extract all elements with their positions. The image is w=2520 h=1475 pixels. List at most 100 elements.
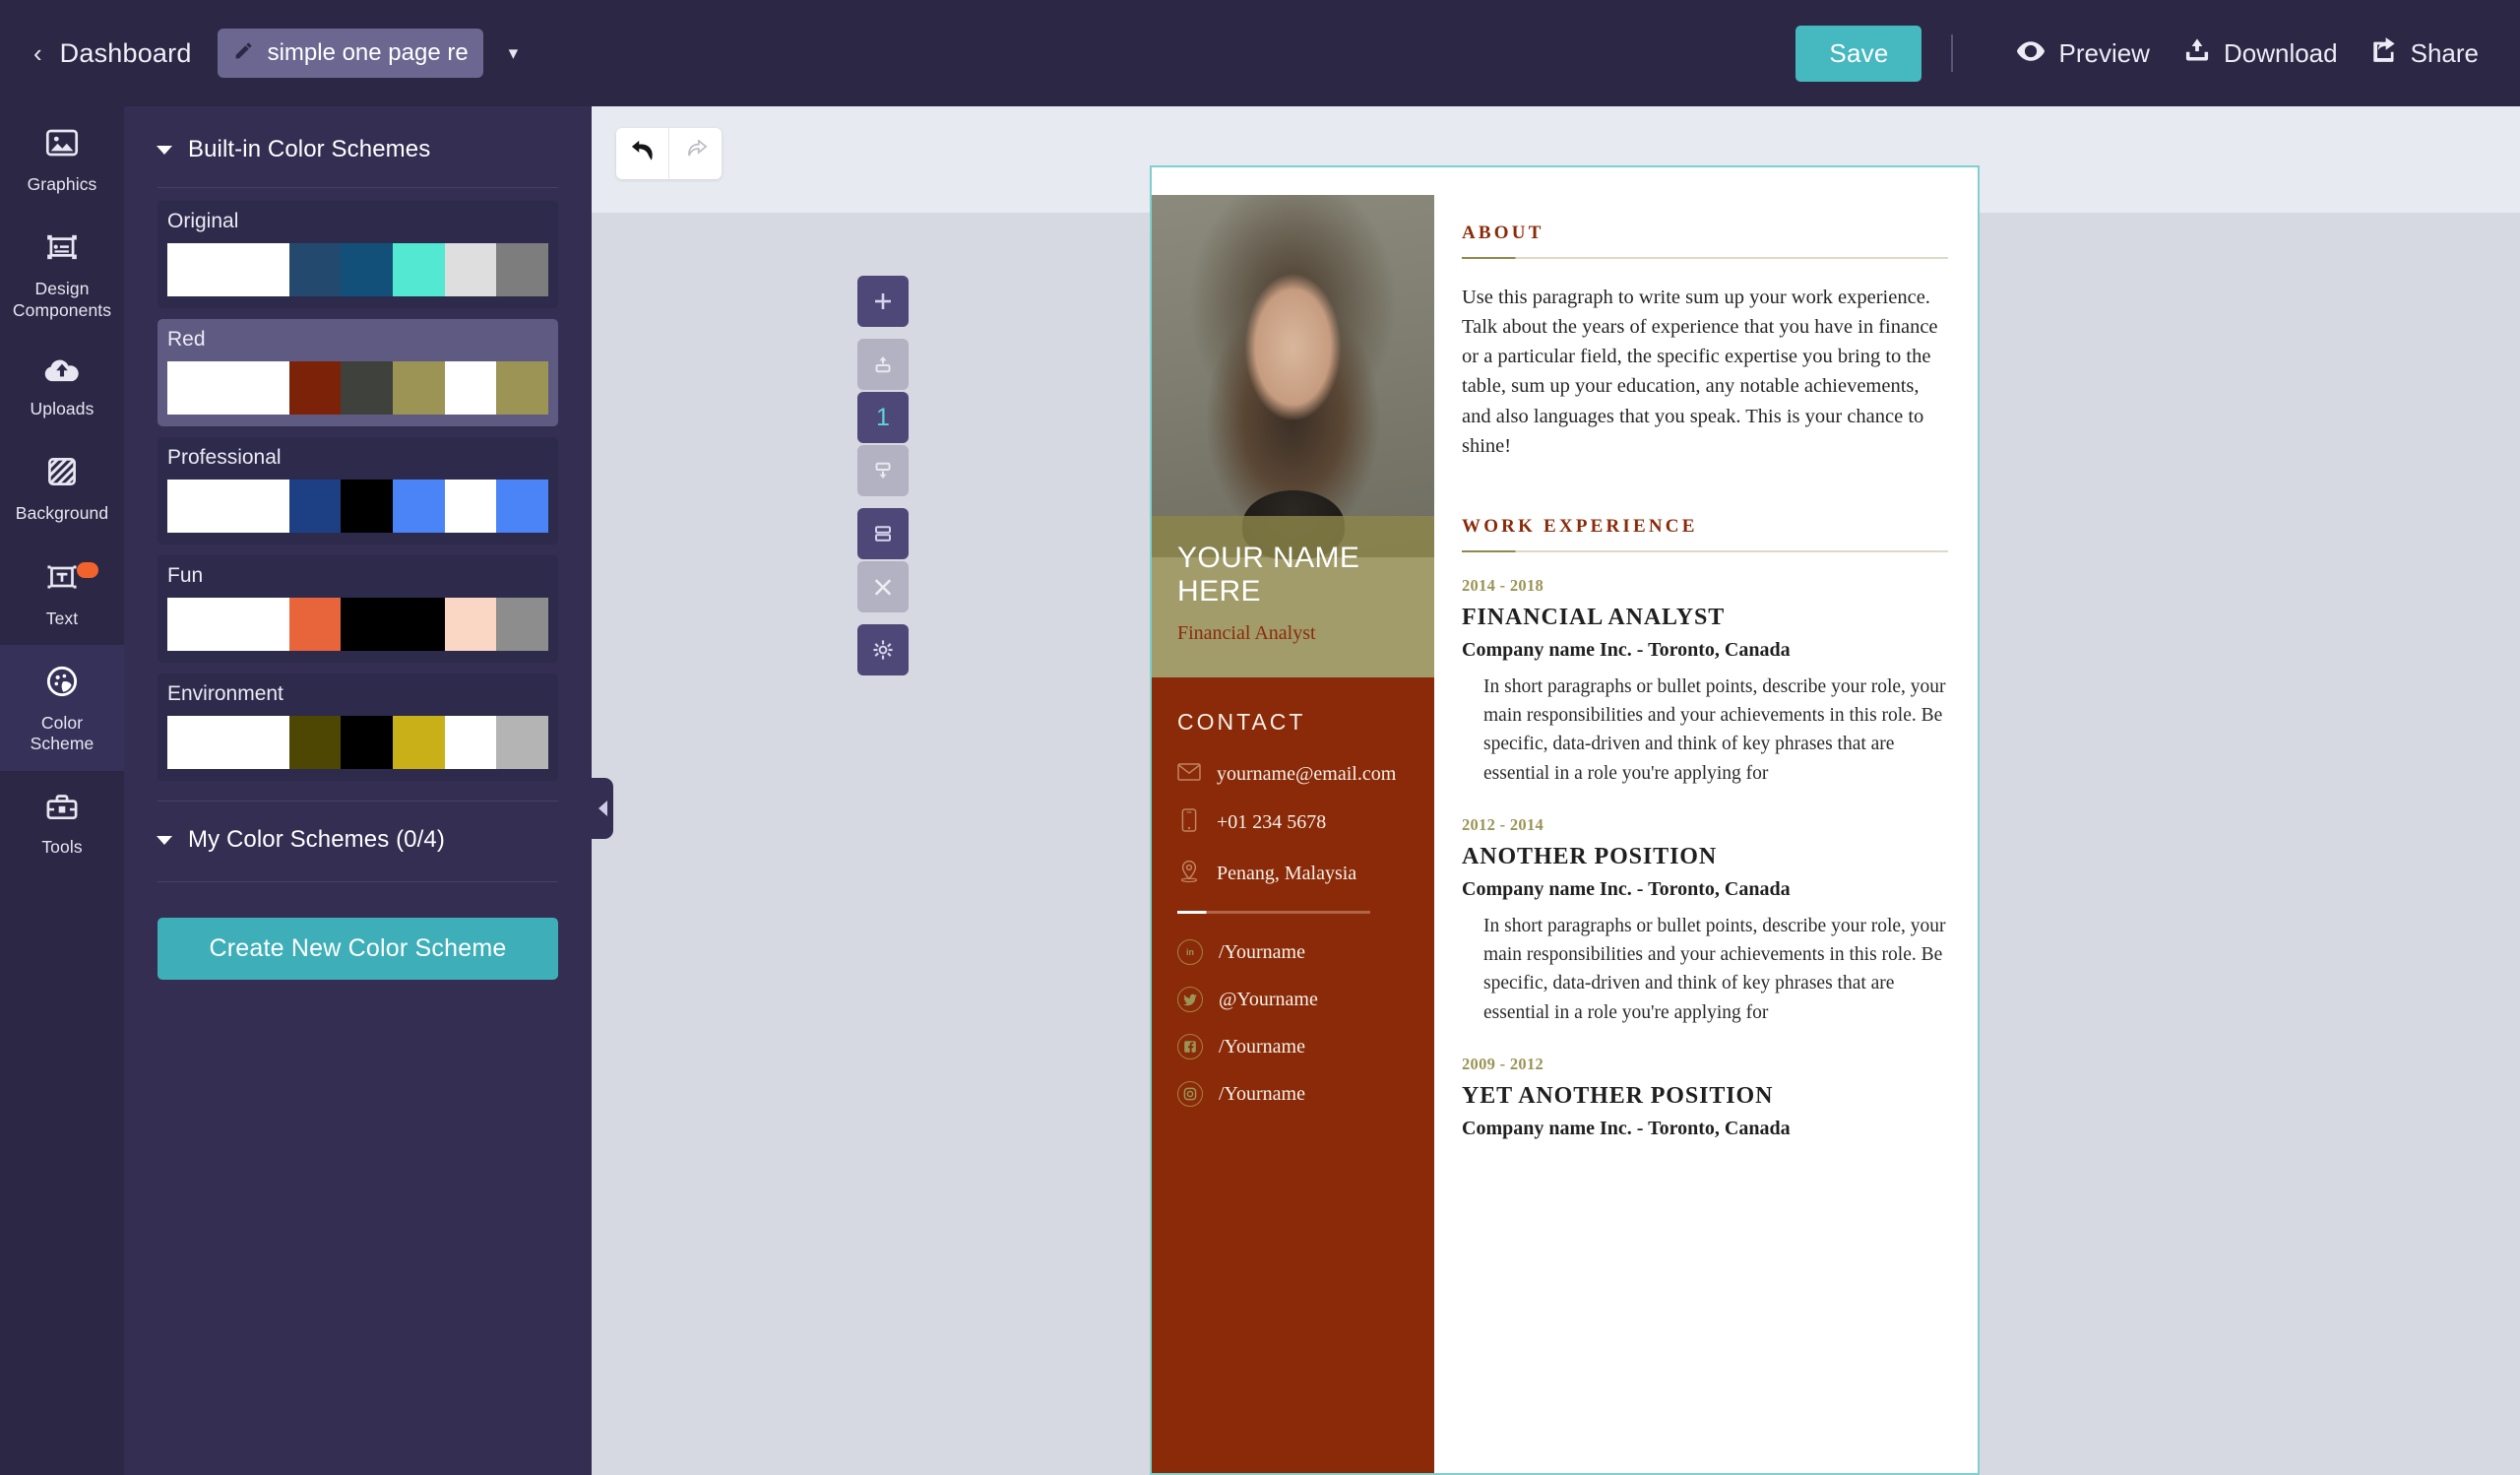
resume-canvas-page[interactable]: YOUR NAME HERE Financial Analyst CONTACT… [1150, 165, 1980, 1475]
sidebar-item-label: Color Scheme [30, 713, 94, 754]
swatch [341, 480, 394, 533]
about-body[interactable]: Use this paragraph to write sum up your … [1462, 283, 1948, 461]
work-entry[interactable]: 2012 - 2014 ANOTHER POSITION Company nam… [1462, 815, 1948, 1027]
work-dates: 2009 - 2012 [1462, 1054, 1544, 1073]
scheme-swatches [167, 361, 549, 415]
top-bar-left: ‹ Dashboard simple one page resu ▾ [0, 29, 518, 78]
preview-label: Preview [2058, 37, 2150, 68]
swatch [393, 243, 445, 296]
delete-page-button[interactable] [857, 561, 909, 612]
social-row-facebook[interactable]: /Yourname [1177, 1034, 1409, 1059]
chevron-down-icon[interactable]: ▾ [509, 42, 519, 65]
builtin-schemes-header[interactable]: Built-in Color Schemes [124, 106, 592, 163]
chevron-left-icon[interactable]: ‹ [33, 40, 42, 66]
swatch [288, 243, 342, 296]
social-row-twitter[interactable]: @Yourname [1177, 987, 1409, 1012]
document-title-input[interactable]: simple one page resu [217, 29, 483, 78]
scheme-name: Environment [167, 682, 284, 705]
contact-row-location[interactable]: Penang, Malaysia [1177, 860, 1409, 888]
builtin-schemes-label: Built-in Color Schemes [188, 136, 431, 162]
download-icon [2183, 37, 2211, 70]
move-page-up-button[interactable] [857, 339, 909, 390]
save-button[interactable]: Save [1796, 25, 1922, 82]
resume-left-column: YOUR NAME HERE Financial Analyst CONTACT… [1152, 167, 1434, 1473]
sidebar-item-uploads[interactable]: Uploads [0, 337, 124, 435]
sidebar-item-label: Text [45, 608, 79, 628]
my-schemes-label: My Color Schemes (0/4) [188, 826, 445, 853]
sidebar-item-tools[interactable]: Tools [0, 771, 124, 873]
twitter-icon [1177, 987, 1203, 1012]
duplicate-page-button[interactable] [857, 508, 909, 559]
sidebar-item-text[interactable]: Text [0, 541, 124, 645]
swatch [393, 598, 445, 651]
scheme-card-professional[interactable]: Professional [158, 437, 558, 545]
contact-row-phone[interactable]: +01 234 5678 [1177, 808, 1409, 837]
sidebar-item-design-components[interactable]: Design Components [0, 211, 124, 337]
resume-name: YOUR NAME HERE [1177, 542, 1360, 608]
scheme-card-fun[interactable]: Fun [158, 555, 558, 663]
scheme-name: Original [167, 210, 239, 232]
resume-right-column: ABOUT Use this paragraph to write sum up… [1434, 167, 1978, 1473]
contact-location: Penang, Malaysia [1217, 863, 1357, 884]
undo-button[interactable] [616, 128, 668, 179]
swatch [393, 361, 445, 415]
pencil-icon [233, 40, 254, 66]
swatch [167, 716, 289, 769]
social-row-instagram[interactable]: /Yourname [1177, 1081, 1409, 1107]
scheme-card-red[interactable]: Red [158, 319, 558, 426]
section-rule [1462, 257, 1948, 259]
share-label: Share [2410, 37, 2479, 68]
swatch [444, 598, 497, 651]
create-color-scheme-button[interactable]: Create New Color Scheme [158, 918, 558, 980]
sidebar-item-graphics[interactable]: Graphics [0, 106, 124, 211]
contact-row-email[interactable]: yourname@email.com [1177, 763, 1409, 786]
text-box-icon [4, 559, 120, 600]
swatch [167, 598, 289, 651]
swatch [167, 480, 289, 533]
sidebar-item-color-scheme[interactable]: Color Scheme [0, 645, 124, 771]
preview-button[interactable]: Preview [2016, 37, 2150, 69]
swatch [496, 361, 549, 415]
download-label: Download [2223, 37, 2338, 68]
work-section-title: WORK EXPERIENCE [1462, 515, 1698, 537]
eye-icon [2016, 38, 2046, 69]
share-icon [2371, 37, 2398, 69]
swatch [288, 480, 342, 533]
swatch [288, 598, 342, 651]
share-button[interactable]: Share [2371, 37, 2479, 69]
scheme-card-environment[interactable]: Environment [158, 673, 558, 781]
social-twitter-handle: @Yourname [1219, 988, 1318, 1010]
swatch [496, 716, 549, 769]
work-dates: 2012 - 2014 [1462, 814, 1544, 834]
page-number-indicator[interactable]: 1 [857, 392, 909, 443]
social-row-linkedin[interactable]: in /Yourname [1177, 939, 1409, 965]
work-description: In short paragraphs or bullet points, de… [1483, 915, 1946, 1023]
contact-email: yourname@email.com [1217, 763, 1397, 785]
work-description: In short paragraphs or bullet points, de… [1483, 675, 1946, 784]
portrait-photo[interactable] [1152, 195, 1434, 559]
add-page-button[interactable] [857, 276, 909, 327]
move-page-down-button[interactable] [857, 445, 909, 496]
redo-button[interactable] [669, 128, 722, 179]
svg-text:in: in [1186, 947, 1194, 957]
work-entry[interactable]: 2009 - 2012 YET ANOTHER POSITION Company… [1462, 1055, 1948, 1140]
canvas-workspace: 1 YOUR NAME HERE Financial Analyst CONTA… [592, 106, 2520, 1475]
resume-name-band[interactable]: YOUR NAME HERE Financial Analyst [1152, 516, 1434, 677]
page-settings-button[interactable] [857, 624, 909, 675]
sidebar-item-label: Tools [41, 836, 83, 857]
triangle-down-icon [157, 835, 172, 845]
sidebar-item-label: Uploads [30, 399, 94, 419]
panel-collapse-handle[interactable] [592, 778, 613, 839]
my-schemes-header[interactable]: My Color Schemes (0/4) [124, 802, 592, 854]
dashboard-link[interactable]: Dashboard [60, 38, 192, 69]
work-entry[interactable]: 2014 - 2018 FINANCIAL ANALYST Company na… [1462, 576, 1948, 788]
triangle-left-icon [598, 801, 607, 816]
sidebar-item-background[interactable]: Background [0, 435, 124, 540]
scheme-card-original[interactable]: Original [158, 201, 558, 308]
image-icon [4, 125, 120, 165]
page-tools-strip: 1 [857, 276, 909, 677]
download-button[interactable]: Download [2183, 37, 2338, 70]
swatch [288, 361, 342, 415]
sidebar-item-label: Background [15, 503, 109, 524]
work-company: Company name Inc. - Toronto, Canada [1462, 638, 1791, 661]
